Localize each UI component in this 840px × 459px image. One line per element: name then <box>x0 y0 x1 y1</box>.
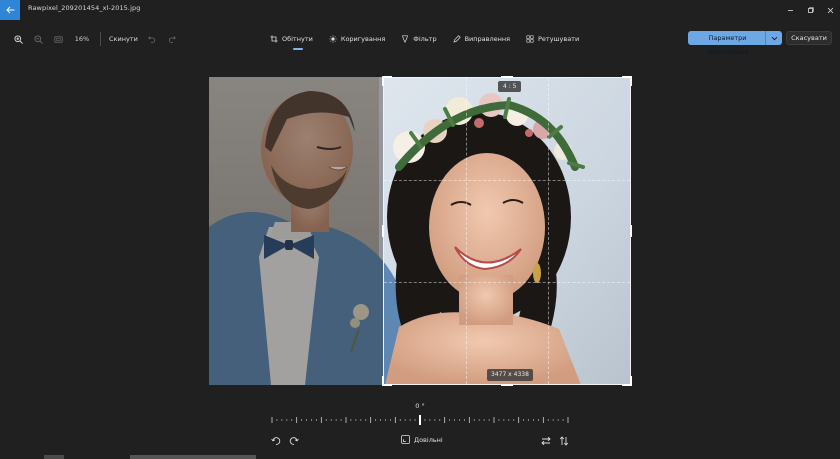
redo-button[interactable] <box>162 29 182 49</box>
retouch-icon <box>526 35 534 43</box>
back-button[interactable] <box>0 0 20 20</box>
crop-dimensions-badge: 3477 x 4338 <box>487 369 533 381</box>
aspect-ratio-selector[interactable]: Довільні <box>401 435 443 444</box>
zoom-in-icon <box>13 34 23 44</box>
title-bar: Rawpixel_209201454_xl-2015.jpg <box>0 0 840 20</box>
rotate-right-icon <box>289 437 299 445</box>
crop-handle-top[interactable] <box>501 76 513 78</box>
crop-handle-bottom-left[interactable] <box>382 376 392 386</box>
undo-button[interactable] <box>142 29 162 49</box>
tab-adjustments[interactable]: Коригування <box>321 29 393 49</box>
tab-crop-label: Обітнути <box>282 35 313 43</box>
flip-vertical-button[interactable] <box>556 434 572 448</box>
reset-button[interactable]: Скинути <box>105 35 142 43</box>
crop-icon <box>270 35 278 43</box>
save-options-dropdown[interactable] <box>766 36 782 41</box>
crop-grid-line <box>384 179 630 181</box>
maximize-icon <box>807 6 814 13</box>
crop-frame[interactable] <box>382 76 632 386</box>
minimize-button[interactable] <box>780 0 800 20</box>
arrow-left-icon <box>5 6 14 14</box>
rotation-slider[interactable] <box>268 414 572 426</box>
flip-horizontal-icon <box>541 436 551 446</box>
maximize-button[interactable] <box>800 0 820 20</box>
tab-crop[interactable]: Обітнути <box>262 29 321 50</box>
tab-filter-label: Фільтр <box>413 35 437 43</box>
tab-markup-label: Виправлення <box>464 35 511 43</box>
window-title: Rawpixel_209201454_xl-2015.jpg <box>28 4 141 12</box>
toolbar-divider <box>100 32 101 46</box>
zoom-out-icon <box>33 34 43 44</box>
cancel-button[interactable]: Скасувати <box>786 31 832 45</box>
close-icon <box>827 7 833 13</box>
aspect-ratio-badge: 4 : 5 <box>498 81 522 92</box>
filmstrip-thumbnail[interactable] <box>130 455 256 459</box>
filter-icon <box>402 35 409 43</box>
zoom-out-button[interactable] <box>28 29 48 49</box>
crop-grid-line <box>547 78 549 384</box>
crop-handle-top-left[interactable] <box>382 76 392 86</box>
save-options-label: Параметри збереження <box>688 31 766 56</box>
zoom-controls: 16% Скинути <box>8 29 182 49</box>
crop-handle-bottom[interactable] <box>501 384 513 386</box>
pen-icon <box>453 35 461 43</box>
fit-to-window-button[interactable] <box>48 29 68 49</box>
zoom-in-button[interactable] <box>8 29 28 49</box>
crop-grid-line <box>384 281 630 283</box>
filmstrip-thumbnail[interactable] <box>44 455 64 459</box>
rotate-right-button[interactable] <box>286 434 302 448</box>
crop-handle-left[interactable] <box>382 225 384 237</box>
fit-screen-icon <box>53 35 63 43</box>
save-options-button[interactable]: Параметри збереження <box>688 31 782 56</box>
crop-grid-line <box>465 78 467 384</box>
redo-icon <box>168 36 176 43</box>
rotate-left-icon <box>271 437 281 445</box>
active-tab-indicator <box>293 48 304 50</box>
minimize-icon <box>787 9 793 11</box>
tab-markup[interactable]: Виправлення <box>445 29 518 49</box>
tab-retouch[interactable]: Ретушувати <box>518 29 587 49</box>
edit-tabs: Обітнути Коригування Фільтр Виправлення … <box>262 29 587 50</box>
tab-adjustments-label: Коригування <box>340 35 386 43</box>
crop-handle-top-right[interactable] <box>622 76 632 86</box>
undo-icon <box>148 36 155 43</box>
crop-handle-bottom-right[interactable] <box>622 376 632 386</box>
rotation-angle: 0 ° <box>415 402 425 410</box>
brightness-icon <box>329 35 337 43</box>
crop-handle-right[interactable] <box>630 225 632 237</box>
zoom-level: 16% <box>74 35 90 43</box>
aspect-ratio-label: Довільні <box>414 435 443 444</box>
chevron-down-icon <box>771 36 777 40</box>
flip-horizontal-button[interactable] <box>538 434 554 448</box>
rotate-left-button[interactable] <box>268 434 284 448</box>
tab-filter[interactable]: Фільтр <box>393 29 444 49</box>
crop-dim-overlay <box>209 77 383 385</box>
close-button[interactable] <box>820 0 840 20</box>
filmstrip <box>0 455 840 459</box>
tab-retouch-label: Ретушувати <box>538 35 580 43</box>
aspect-ratio-icon <box>401 435 410 444</box>
flip-vertical-icon <box>559 436 569 446</box>
